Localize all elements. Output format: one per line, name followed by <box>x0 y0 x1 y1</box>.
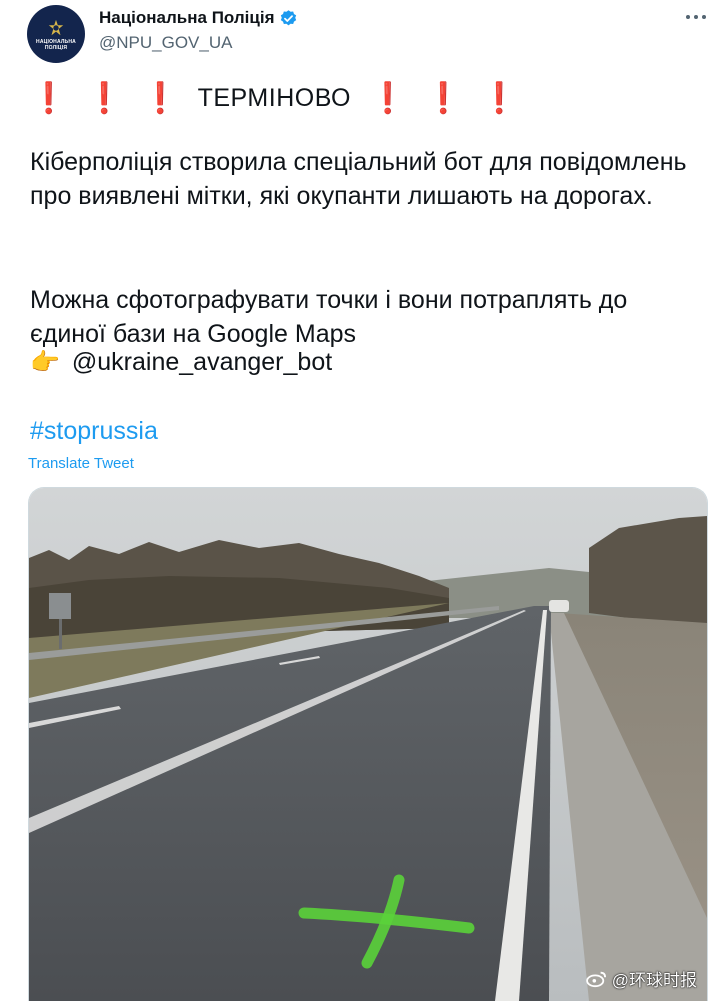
tweet-paragraph-1: Кіберполіція створила спеціальний бот дл… <box>30 148 687 210</box>
account-name[interactable]: Національна Поліція <box>99 8 275 28</box>
translate-tweet-link[interactable]: Translate Tweet <box>28 455 134 472</box>
pointing-hand-icon: 👉 <box>30 349 60 376</box>
verified-badge-icon <box>280 9 296 25</box>
exclamation-icon: ❗ <box>141 82 180 115</box>
tweet-photo[interactable]: @环球时报 <box>28 487 708 1001</box>
hashtag-link[interactable]: #stoprussia <box>30 417 158 446</box>
account-name-row[interactable]: Національна Поліція <box>99 8 298 28</box>
exclamation-icon: ❗ <box>30 82 68 115</box>
avatar-text: НАЦІОНАЛЬНА ПОЛІЦІЯ <box>36 39 76 51</box>
urgent-line: ❗ ❗ ❗ ТЕРМІНОВО ❗ ❗ ❗ <box>30 81 519 116</box>
bot-mention[interactable]: @ukraine_avanger_bot <box>72 348 332 377</box>
road-photo-icon <box>29 488 707 1001</box>
urgent-text: ТЕРМІНОВО <box>197 84 351 112</box>
avatar[interactable]: НАЦІОНАЛЬНА ПОЛІЦІЯ <box>27 5 85 63</box>
tweet-paragraph-2: Можна сфотографувати точки і вони потрап… <box>30 286 628 348</box>
exclamation-icon: ❗ <box>368 82 407 115</box>
police-emblem-icon <box>48 19 64 36</box>
bot-mention-line: 👉 @ukraine_avanger_bot <box>30 348 332 377</box>
watermark: @环球时报 <box>585 966 697 991</box>
watermark-text: @环球时报 <box>611 971 697 990</box>
exclamation-icon: ❗ <box>424 82 463 115</box>
weibo-icon <box>585 971 606 987</box>
exclamation-icon: ❗ <box>480 82 519 115</box>
more-options-icon[interactable] <box>684 9 708 25</box>
exclamation-icon: ❗ <box>85 82 124 115</box>
account-handle[interactable]: @NPU_GOV_UA <box>99 33 232 53</box>
